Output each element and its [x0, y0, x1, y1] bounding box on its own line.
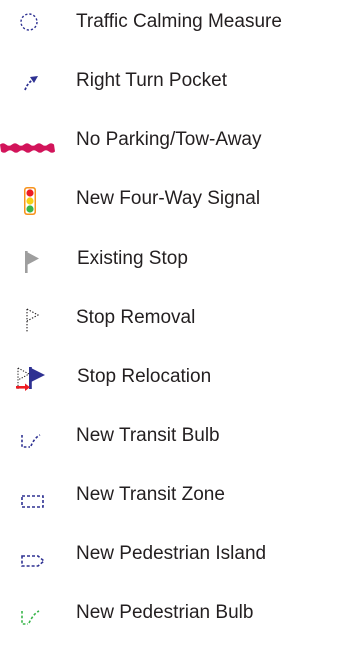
legend-label-transit-zone: New Transit Zone — [76, 484, 225, 505]
transit-bulb-icon — [8, 420, 60, 454]
legend-label-stop-relocation: Stop Relocation — [77, 366, 212, 387]
legend-label-stop-removal: Stop Removal — [76, 307, 196, 328]
gray-flag-icon — [8, 243, 60, 277]
legend-item-existing-stop: Existing Stop — [0, 239, 339, 279]
legend-item-transit-bulb: New Transit Bulb — [0, 416, 339, 456]
legend-label-four-way-signal: New Four-Way Signal — [76, 188, 261, 209]
legend-item-right-turn-pocket: Right Turn Pocket — [0, 61, 339, 101]
legend-label-right-turn-pocket: Right Turn Pocket — [76, 70, 228, 91]
legend-label-transit-bulb: New Transit Bulb — [76, 425, 220, 446]
legend-item-stop-removal: Stop Removal — [0, 298, 339, 338]
legend-item-pedestrian-bulb: New Pedestrian Bulb — [0, 593, 339, 633]
pedestrian-bulb-icon — [8, 597, 60, 631]
legend-item-pedestrian-island: New Pedestrian Island — [0, 534, 339, 574]
pedestrian-island-icon — [8, 538, 60, 572]
right-turn-arrow-icon — [8, 65, 60, 99]
dotted-flag-icon — [8, 302, 60, 336]
legend-item-transit-zone: New Transit Zone — [0, 475, 339, 515]
flag-relocation-icon — [8, 361, 60, 395]
legend-label-no-parking: No Parking/Tow-Away — [76, 129, 262, 150]
dashed-circle-icon — [8, 6, 60, 40]
transit-zone-icon — [8, 479, 60, 513]
legend-item-four-way-signal: New Four-Way Signal — [0, 179, 339, 219]
legend-item-no-parking: No Parking/Tow-Away — [0, 120, 339, 160]
legend-label-traffic-calming: Traffic Calming Measure — [76, 11, 282, 32]
legend-label-existing-stop: Existing Stop — [77, 248, 188, 269]
legend-label-pedestrian-bulb: New Pedestrian Bulb — [76, 602, 254, 623]
map-legend: Traffic Calming Measure Right Turn Pocke… — [0, 0, 339, 645]
red-wavy-bar-icon — [0, 124, 60, 158]
traffic-signal-icon — [8, 183, 60, 217]
legend-item-traffic-calming: Traffic Calming Measure — [0, 2, 339, 42]
legend-item-stop-relocation: Stop Relocation — [0, 357, 339, 397]
legend-label-pedestrian-island: New Pedestrian Island — [76, 543, 267, 564]
